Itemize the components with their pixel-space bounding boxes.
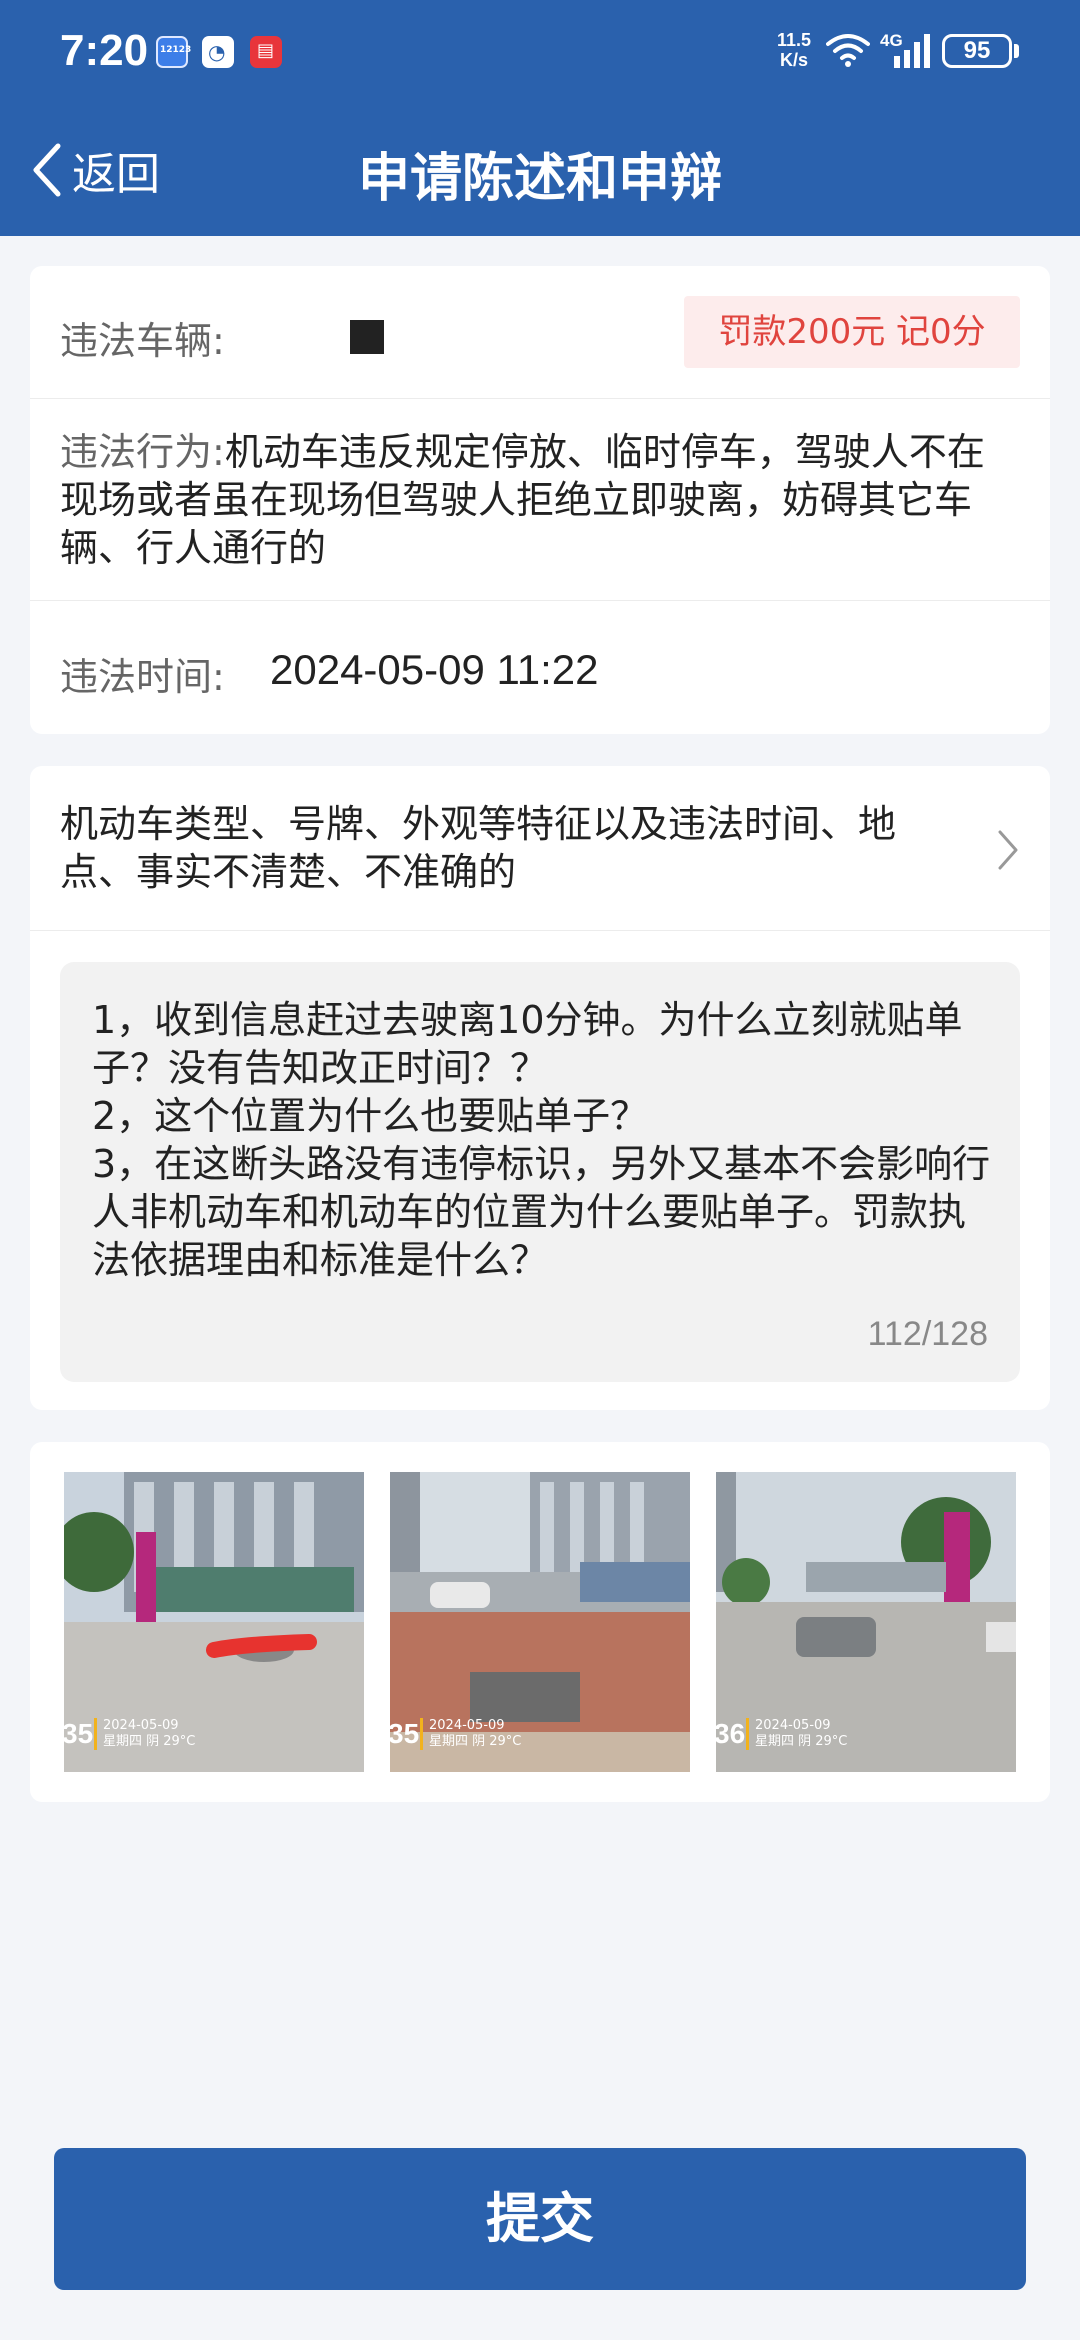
notes-app-icon: ▤: [250, 36, 282, 68]
plate-redaction: [350, 320, 384, 354]
status-time: 7:20: [60, 26, 149, 75]
divider: [30, 930, 1050, 931]
statement-textarea[interactable]: 1，收到信息赶过去驶离10分钟。为什么立刻就贴单子？没有告知改正时间？？ 2，这…: [60, 962, 1020, 1382]
nav-bar: 返回 申请陈述和申辩: [0, 110, 1080, 230]
chat-app-icon: ◔: [202, 36, 234, 68]
photo-stamp-weather: 星期四 阴 29°C: [755, 1734, 848, 1749]
evidence-photo-3[interactable]: 36 2024-05-09 星期四 阴 29°C: [716, 1472, 1016, 1772]
photo-stamp-weather: 星期四 阴 29°C: [429, 1734, 522, 1749]
evidence-photo-1[interactable]: 35 2024-05-09 星期四 阴 29°C: [64, 1472, 364, 1772]
photo-stamp-number: 35: [390, 1718, 420, 1749]
char-count: 112/128: [867, 1315, 988, 1353]
header: 7:20 12123 ◔ ▤ 11.5 K/s 4G 95 返回 申请陈述和申辩: [0, 0, 1080, 236]
chevron-right-icon: [998, 830, 1018, 870]
page-title: 申请陈述和申辩: [357, 149, 722, 209]
photo-stamp-info: 2024-05-09 星期四 阴 29°C: [94, 1718, 195, 1750]
photos-card: 35 2024-05-09 星期四 阴 29°C 35 2024-05-09 星…: [30, 1442, 1050, 1802]
divider: [30, 600, 1050, 601]
network-type-label: 4G: [880, 31, 903, 50]
photo-stamp-date: 2024-05-09: [103, 1718, 179, 1733]
app-12123-label: 12123: [160, 45, 192, 55]
reason-select[interactable]: 机动车类型、号牌、外观等特征以及违法时间、地点、事实不清楚、不准确的: [30, 766, 1050, 930]
violation-info-card: 违法车辆: 罚款200元 记0分 违法行为:机动车违反规定停放、临时停车，驾驶人…: [30, 266, 1050, 734]
appeal-card: 机动车类型、号牌、外观等特征以及违法时间、地点、事实不清楚、不准确的 1，收到信…: [30, 766, 1050, 1410]
vehicle-label: 违法车辆:: [60, 319, 225, 363]
net-speed-unit: K/s: [779, 50, 808, 70]
photo-stamp-info: 2024-05-09 星期四 阴 29°C: [420, 1718, 521, 1750]
behavior-row: 违法行为:机动车违反规定停放、临时停车，驾驶人不在现场或者虽在现场但驾驶人拒绝立…: [30, 400, 1050, 600]
photo-stamp-date: 2024-05-09: [429, 1718, 505, 1733]
submit-button[interactable]: 提交: [54, 2148, 1026, 2290]
divider: [30, 398, 1050, 399]
battery-cap: [1014, 44, 1019, 58]
net-speed: 11.5 K/s: [772, 30, 816, 70]
wifi-icon: [826, 34, 870, 67]
photo-stamp-info: 2024-05-09 星期四 阴 29°C: [746, 1718, 847, 1750]
battery-indicator: 95: [942, 34, 1012, 68]
behavior-text: 违法行为:机动车违反规定停放、临时停车，驾驶人不在现场或者虽在现场但驾驶人拒绝立…: [60, 428, 1020, 572]
behavior-label: 违法行为:: [60, 430, 225, 474]
photo-stamp-date: 2024-05-09: [755, 1718, 831, 1733]
evidence-photo-2[interactable]: 35 2024-05-09 星期四 阴 29°C: [390, 1472, 690, 1772]
time-row: 违法时间: 2024-05-09 11:22: [30, 602, 1050, 734]
photo-stamp-number: 35: [64, 1718, 94, 1749]
vehicle-row: 违法车辆: 罚款200元 记0分: [30, 266, 1050, 398]
photo-stamp-number: 36: [716, 1718, 746, 1749]
cell-signal-icon: 4G: [880, 31, 930, 68]
net-speed-value: 11.5: [776, 30, 812, 50]
time-value: 2024-05-09 11:22: [270, 646, 599, 693]
app-12123-icon: 12123: [156, 36, 192, 68]
reason-text: 机动车类型、号牌、外观等特征以及违法时间、地点、事实不清楚、不准确的: [60, 802, 897, 894]
fine-badge: 罚款200元 记0分: [684, 296, 1020, 368]
photo-stamp-weather: 星期四 阴 29°C: [103, 1734, 196, 1749]
time-label: 违法时间:: [60, 655, 225, 699]
status-bar: 7:20 12123 ◔ ▤ 11.5 K/s 4G 95: [0, 0, 1080, 104]
statement-text: 1，收到信息赶过去驶离10分钟。为什么立刻就贴单子？没有告知改正时间？？ 2，这…: [92, 998, 991, 1282]
